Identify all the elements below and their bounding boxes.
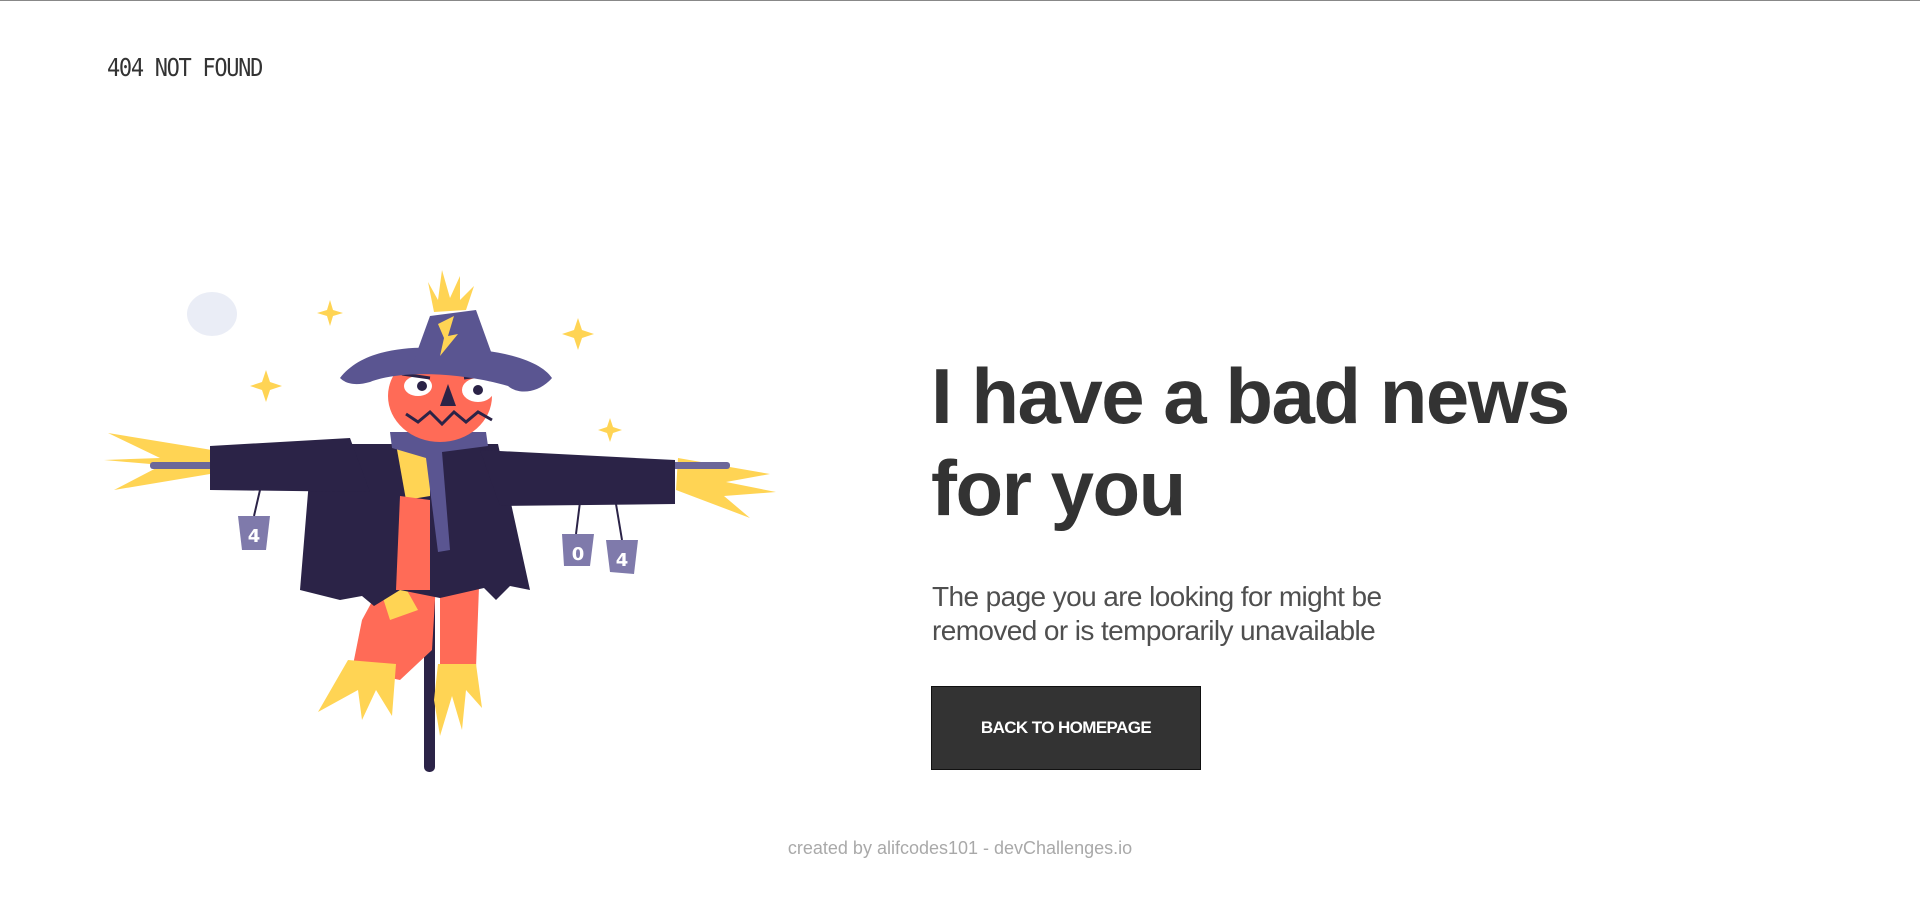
top-border [0, 0, 1920, 1]
description-line-2: removed or is temporarily unavailable [932, 615, 1376, 646]
can-left-icon: 4 [238, 489, 270, 550]
headline-line-2: for you [931, 444, 1186, 532]
description-line-1: The page you are looking for might be [932, 581, 1382, 612]
footer-credit: created by alifcodes101 - devChallenges.… [787, 838, 1133, 858]
headline-line-1: I have a bad news [931, 352, 1570, 440]
page-description: The page you are looking for might be re… [932, 580, 1492, 648]
left-foot-straw-shape [318, 660, 396, 720]
moon-shape [187, 292, 237, 336]
scarecrow-illustration: 4 0 4 [104, 270, 776, 772]
page: 404 NOT FOUND 4 0 4 I have a bad news fo… [0, 0, 1920, 897]
left-straw-shape [104, 433, 212, 490]
right-rod-shape [670, 462, 730, 469]
right-foot-straw-shape [434, 664, 482, 736]
hat-straw-shape [428, 270, 474, 312]
left-sleeve-shape [210, 438, 370, 492]
can-right-icon: 4 [606, 503, 638, 574]
can-middle-icon: 0 [562, 501, 594, 566]
page-headline: I have a bad news for you [931, 350, 1651, 534]
right-sleeve-shape [480, 450, 675, 506]
brand-title: 404 NOT FOUND [107, 53, 263, 82]
shirt-lower-shape [396, 496, 430, 590]
back-to-homepage-button[interactable]: BACK TO HOMEPAGE [931, 686, 1201, 770]
can-label-2: 0 [572, 544, 585, 565]
can-label-1: 4 [248, 526, 261, 547]
can-label-3: 4 [616, 550, 629, 571]
